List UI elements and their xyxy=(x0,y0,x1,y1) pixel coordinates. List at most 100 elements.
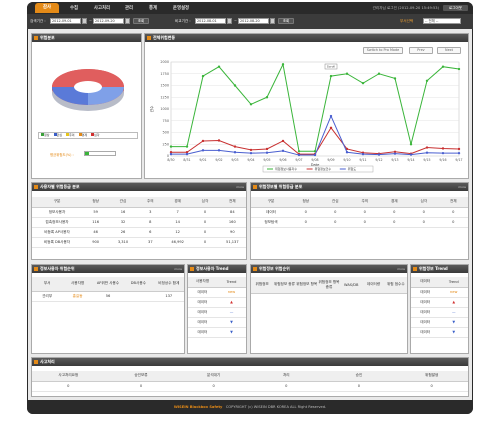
prev-button[interactable]: Prev xyxy=(409,47,433,54)
table-row[interactable]: 0 0 0 0 0 0 xyxy=(32,381,468,392)
table-row[interactable]: 정보사용자 59 16 3 7 0 84 xyxy=(32,207,246,218)
tab-collect[interactable]: 수집 xyxy=(63,5,85,12)
data-point xyxy=(409,153,413,156)
table-cell: 0 xyxy=(291,217,321,228)
table-row[interactable]: 비등록 AP사용자 46 26 6 12 0 90 xyxy=(32,227,246,238)
y-tick-label: 1750 xyxy=(160,72,169,76)
table-cell: 0 xyxy=(249,381,323,392)
period-end-input[interactable]: 2012-09-20 xyxy=(93,18,124,24)
trend-down-icon: ▼ xyxy=(217,317,246,328)
table-cell: 3 xyxy=(136,207,164,218)
table-row[interactable]: 데이터 new xyxy=(188,287,246,298)
column-header: Trend xyxy=(217,277,246,288)
tab-settings[interactable]: 운영설정 xyxy=(167,5,195,12)
trend-flat-icon: — xyxy=(439,307,468,318)
column-header: 위험정보 항목종류 xyxy=(317,277,341,294)
data-point xyxy=(297,150,301,153)
data-point xyxy=(377,72,381,75)
table-cell: 6 xyxy=(136,227,164,238)
calendar-icon[interactable] xyxy=(227,18,232,24)
table-row[interactable]: 데이터 ▲ xyxy=(411,297,468,308)
table-row[interactable]: 데이터 — xyxy=(188,307,246,318)
table-row[interactable]: 비등록 DB사용자 900 3,310 37 46,992 0 51,137 xyxy=(32,237,246,248)
data-point xyxy=(393,77,397,80)
user-trend-panel: 정보사용자 Trend 사용자명 Trend 데이터 new 데이터 ▲ 데이터 — … xyxy=(187,264,247,354)
logout-button[interactable]: 로그아웃 xyxy=(443,5,468,11)
table-cell: 46,992 xyxy=(163,237,192,248)
x-tick-label: 9/07 xyxy=(295,158,302,162)
x-tick-label: 9/10 xyxy=(343,158,350,162)
table-row[interactable]: 데이터 ▼ xyxy=(188,317,246,328)
table-row[interactable]: 데이터 new xyxy=(411,287,468,298)
more-link[interactable]: more xyxy=(174,265,182,273)
trend-new-badge: new xyxy=(217,287,246,298)
table-cell: 7 xyxy=(163,207,192,218)
more-link[interactable]: more xyxy=(458,183,466,191)
tab-incident[interactable]: 사고처리 xyxy=(89,5,115,12)
tab-audit[interactable]: 감사 xyxy=(35,3,59,13)
period-start-input[interactable]: 2012-09-01 xyxy=(50,18,81,24)
table-cell: 12 xyxy=(163,227,192,238)
table-row[interactable]: 정보탐색 0 0 0 0 0 0 xyxy=(251,217,468,228)
risk-donut-chart xyxy=(52,69,124,111)
column-header: 사용자명 xyxy=(188,277,217,288)
table-cell: 정보사용자 xyxy=(32,207,82,218)
column-header: 전체 xyxy=(438,197,468,208)
column-header: 데이터 xyxy=(411,277,440,288)
table-cell: 0 xyxy=(438,207,468,218)
table-row[interactable]: 데이터 ▼ xyxy=(411,317,468,328)
table-cell: 59 xyxy=(82,207,110,218)
data-point xyxy=(441,65,445,68)
table-cell: 데이터 xyxy=(251,207,291,218)
period-search-button[interactable]: 조회 xyxy=(133,18,149,24)
calendar-icon[interactable] xyxy=(82,18,87,24)
switch-mode-button[interactable]: Switch to Pro Mode xyxy=(363,47,403,54)
panel-title: 위험분포 xyxy=(32,34,141,42)
data-point xyxy=(457,67,461,71)
info-trend-panel: 위험정보 Trend 데이터 Trend 데이터 new 데이터 ▲ 데이터 — 데이… xyxy=(410,264,469,354)
y-tick-label: 250 xyxy=(163,142,169,146)
compare-end-input[interactable]: 2012-08-20 xyxy=(238,18,269,24)
panel-title-text: 정보사용자 위험순위 xyxy=(40,266,75,271)
table-row[interactable]: 데이터 ▼ xyxy=(411,327,468,338)
tab-stats[interactable]: 통계 xyxy=(143,5,163,12)
table-cell: 비등록 AP사용자 xyxy=(32,227,82,238)
column-header: 주의 xyxy=(350,197,380,208)
table-cell: 0 xyxy=(320,207,350,218)
table-row[interactable]: 데이터 — xyxy=(411,307,468,318)
dept-select[interactable]: -- 전체 -- xyxy=(423,18,461,24)
table-row[interactable]: 관리부 홍길동 56 137 xyxy=(32,291,184,302)
more-link[interactable]: more xyxy=(236,183,244,191)
risk-trend-panel: 전체위험변동 Switch to Pro Mode Prev Next 0 250… xyxy=(144,33,469,179)
user-name-link[interactable]: 홍길동 xyxy=(62,291,93,302)
calendar-icon[interactable] xyxy=(125,18,130,24)
legend-label: 정상 xyxy=(44,133,50,137)
table-row[interactable]: 데이터 ▼ xyxy=(188,327,246,338)
calendar-icon[interactable] xyxy=(270,18,275,24)
table-cell: 0 xyxy=(104,381,178,392)
column-header: 비정상수 합계 xyxy=(153,277,184,292)
x-tick-label: 9/03 xyxy=(231,158,238,162)
table-cell: 0 xyxy=(350,217,380,228)
more-link[interactable]: more xyxy=(397,265,405,273)
table-cell: 84 xyxy=(218,207,246,218)
table-cell: 3,310 xyxy=(109,237,137,248)
data-point xyxy=(297,153,301,157)
table-row[interactable]: 접촉정보사용자 116 32 8 14 0 160 xyxy=(32,217,246,228)
app-frame: 감사 수집 사고처리 관리 통계 운영설정 관리자님 로그인 (2012-09-… xyxy=(27,2,473,414)
x-tick-label: 8/31 xyxy=(183,158,190,162)
panel-title: 전체위험변동 xyxy=(145,34,468,42)
info-risk-table: 구분 정상 관심 주의 경계 심각 전체 데이터 0 0 0 0 0 0 정보탐… xyxy=(251,197,468,228)
table-row[interactable]: 데이터 ▲ xyxy=(188,297,246,308)
data-point xyxy=(441,147,445,150)
compare-start-input[interactable]: 2012-08-01 xyxy=(195,18,226,24)
compare-label: 비교기간 : xyxy=(175,19,191,23)
tab-manage[interactable]: 관리 xyxy=(119,5,139,12)
table-row[interactable]: 데이터 0 0 0 0 0 0 xyxy=(251,207,468,218)
next-button[interactable]: Next xyxy=(437,47,461,54)
range-separator: ~ xyxy=(89,19,93,23)
x-tick-label: 9/11 xyxy=(359,158,366,162)
compare-search-button[interactable]: 조회 xyxy=(278,18,294,24)
table-cell: 데이터 xyxy=(411,287,440,298)
data-point xyxy=(425,146,429,149)
